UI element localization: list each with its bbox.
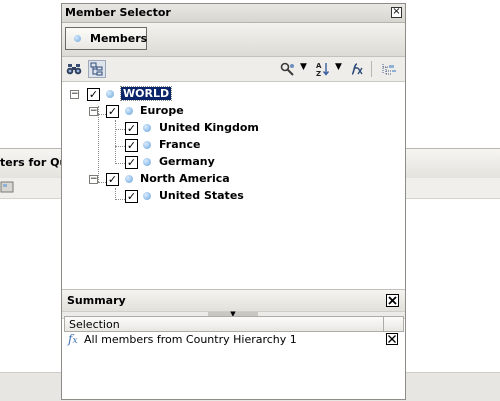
sort-az-icon: A Z: [316, 62, 330, 78]
selection-row-text: All members from Country Hierarchy 1: [84, 333, 297, 346]
selection-grid-header: Selection: [64, 316, 404, 332]
tree-checkbox[interactable]: ✓: [125, 122, 138, 135]
dialog-title: Member Selector: [65, 6, 171, 19]
tree-node-label[interactable]: WORLD: [119, 86, 173, 101]
tree-node-label[interactable]: United Kingdom: [159, 121, 259, 134]
hierarchy-view-button[interactable]: [88, 60, 106, 78]
member-dot-icon: [125, 107, 133, 115]
member-selector-dialog: Member Selector × Members ▼ A Z ▼ − ✓ WO…: [61, 3, 406, 400]
tree-node-world[interactable]: − ✓ WORLD: [62, 86, 402, 102]
tree-node-label[interactable]: France: [159, 138, 200, 151]
close-icon: [388, 335, 396, 343]
column-divider[interactable]: [383, 317, 384, 331]
member-dot-icon: [106, 90, 114, 98]
tree-checkbox[interactable]: ✓: [87, 88, 100, 101]
tab-members-label: Members: [90, 32, 148, 45]
tree-checkbox[interactable]: ✓: [106, 173, 119, 186]
tools-button[interactable]: [279, 60, 297, 78]
selection-row[interactable]: fx All members from Country Hierarchy 1: [64, 332, 404, 348]
member-dot-icon: [143, 158, 151, 166]
tree-checkbox[interactable]: ✓: [125, 156, 138, 169]
summary-close-button[interactable]: [386, 294, 399, 307]
tree-checkbox[interactable]: ✓: [125, 139, 138, 152]
member-dot-icon: [143, 124, 151, 132]
tree-node-united-kingdom[interactable]: ✓ United Kingdom: [62, 120, 402, 136]
tree-node-label[interactable]: Europe: [140, 104, 184, 117]
background-canvas: [0, 0, 62, 400]
member-dot-icon: [74, 35, 81, 42]
tree-node-label[interactable]: United States: [159, 189, 244, 202]
remove-selection-button[interactable]: [386, 333, 398, 345]
formula-icon: [351, 63, 363, 75]
member-dot-icon: [143, 192, 151, 200]
tools-dropdown-arrow-icon[interactable]: ▼: [300, 62, 307, 72]
collapse-toggle-icon[interactable]: −: [89, 107, 98, 116]
summary-header: Summary: [62, 289, 405, 312]
dialog-titlebar[interactable]: Member Selector ×: [62, 4, 405, 23]
collapse-toggle-icon[interactable]: −: [70, 90, 79, 99]
close-button[interactable]: ×: [391, 7, 402, 18]
tree-node-france[interactable]: ✓ France: [62, 137, 402, 153]
binoculars-icon: [66, 64, 82, 75]
tab-members[interactable]: Members: [65, 27, 147, 50]
summary-title: Summary: [67, 294, 126, 307]
selection-column-header[interactable]: Selection: [69, 318, 120, 331]
collapse-toggle-icon[interactable]: −: [89, 175, 98, 184]
member-tree: − ✓ WORLD − ✓ Europe ✓ United Kingdom ✓ …: [62, 82, 405, 287]
background-panel-title: ters for Qu: [0, 156, 68, 169]
formula-button[interactable]: [348, 60, 366, 78]
find-button[interactable]: [65, 60, 83, 78]
tree-node-europe[interactable]: − ✓ Europe: [62, 103, 402, 119]
member-dot-icon: [143, 141, 151, 149]
sort-button[interactable]: A Z: [314, 60, 332, 78]
expand-tree-icon: [382, 64, 396, 75]
selector-toolbar: ▼ A Z ▼: [62, 57, 405, 82]
tree-node-label[interactable]: Germany: [159, 155, 215, 168]
formula-fx-icon: fx: [68, 332, 78, 346]
tree-node-north-america[interactable]: − ✓ North America: [62, 171, 402, 187]
background-tool-icon[interactable]: [0, 181, 14, 193]
tree-node-label[interactable]: North America: [140, 172, 230, 185]
tab-bar: Members: [62, 23, 405, 57]
close-icon: [388, 296, 397, 305]
sort-dropdown-arrow-icon[interactable]: ▼: [335, 62, 342, 72]
toolbar-separator: [371, 61, 372, 77]
svg-text:A: A: [316, 62, 322, 70]
tree-node-united-states[interactable]: ✓ United States: [62, 188, 402, 204]
member-dot-icon: [125, 175, 133, 183]
wrench-icon: [280, 62, 294, 76]
svg-text:Z: Z: [316, 70, 321, 77]
tree-node-germany[interactable]: ✓ Germany: [62, 154, 402, 170]
expand-all-button[interactable]: [380, 60, 398, 78]
tree-checkbox[interactable]: ✓: [106, 105, 119, 118]
tree-checkbox[interactable]: ✓: [125, 190, 138, 203]
hierarchy-view-icon: [90, 62, 103, 76]
